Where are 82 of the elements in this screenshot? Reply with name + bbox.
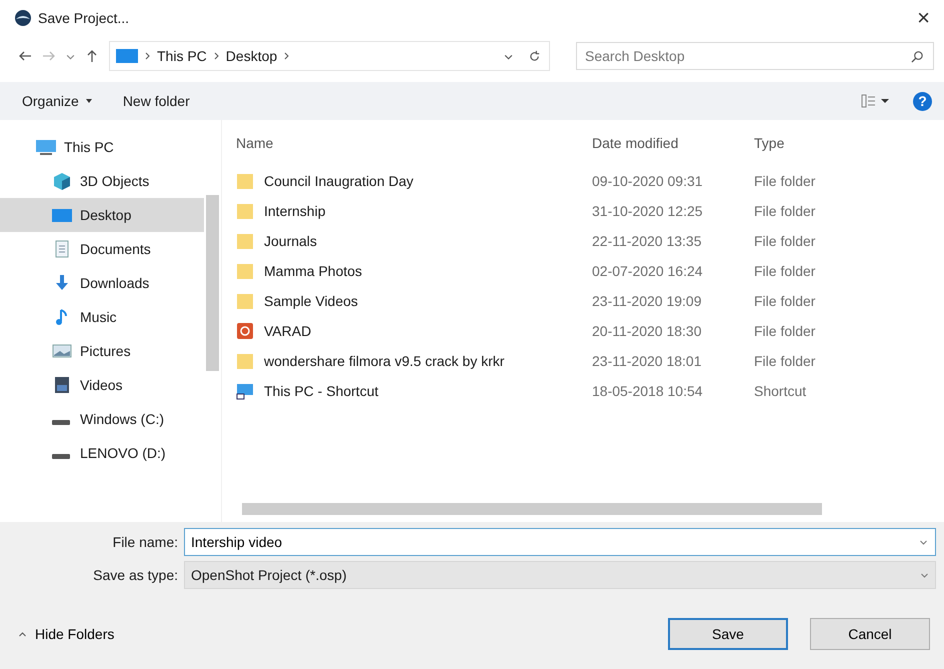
- date-cell-text: 18-05-2018 10:54: [592, 383, 704, 399]
- close-button[interactable]: ×: [913, 5, 934, 31]
- new-folder-button[interactable]: New folder: [118, 89, 194, 113]
- back-arrow-icon[interactable]: [18, 49, 32, 63]
- breadcrumb-item[interactable]: This PC: [157, 48, 207, 64]
- pc-icon: [36, 138, 56, 156]
- sidebar-item[interactable]: 3D Objects: [0, 164, 204, 198]
- drive-icon: [52, 420, 70, 424]
- column-header[interactable]: Name: [236, 135, 592, 151]
- chevron-icon: [214, 52, 219, 60]
- file-name[interactable]: Sample Videos: [264, 293, 358, 309]
- type-cell-text: File folder: [754, 173, 816, 189]
- caret-icon: [18, 632, 27, 636]
- chevron-icon[interactable]: [284, 52, 290, 60]
- file-name[interactable]: Mamma Photos: [264, 263, 362, 279]
- caret-icon: [84, 97, 93, 105]
- sidebar-item[interactable]: Documents: [0, 232, 204, 266]
- window-title: Save Project...: [38, 10, 130, 26]
- cube-icon: [52, 172, 72, 190]
- folder-icon: [236, 232, 254, 250]
- app-logo-icon: [14, 9, 32, 27]
- sidebar-item[interactable]: Pictures: [0, 334, 204, 368]
- hide-folders-button[interactable]: Hide Folders: [18, 626, 114, 642]
- folder-icon: [236, 202, 254, 220]
- column-header[interactable]: Date modified: [592, 135, 754, 151]
- file-name[interactable]: wondershare filmora v9.5 crack by krkr: [264, 353, 504, 369]
- date-cell-text: 09-10-2020 09:31: [592, 173, 704, 189]
- folder-icon: [236, 292, 254, 310]
- type-cell-text: File folder: [754, 233, 816, 249]
- sidebar-item[interactable]: LENOVO (D:): [0, 436, 204, 470]
- sidebar-item[interactable]: Videos: [0, 368, 204, 402]
- shortcut-icon: [236, 382, 254, 400]
- save-button[interactable]: Save: [668, 618, 788, 650]
- date-cell-text: 22-11-2020 13:35: [592, 233, 702, 249]
- drive-icon: [52, 454, 70, 458]
- folder-icon: [236, 262, 254, 280]
- monitor-icon: [116, 49, 138, 63]
- file-name[interactable]: Internship: [264, 203, 326, 219]
- app-icon: [236, 322, 254, 340]
- sidebar-item[interactable]: Music: [0, 300, 204, 334]
- field-label: Save as type:: [92, 567, 179, 583]
- column-header[interactable]: Type: [754, 135, 854, 151]
- breadcrumb-item[interactable]: Desktop: [226, 48, 278, 64]
- type-cell-text: File folder: [754, 353, 816, 369]
- file-name[interactable]: Council Inaugration Day: [264, 173, 414, 189]
- refresh-icon[interactable]: [528, 50, 541, 62]
- view-options-icon[interactable]: [861, 94, 891, 108]
- file-name[interactable]: VARAD: [264, 323, 312, 339]
- file-name[interactable]: This PC - Shortcut: [264, 383, 378, 399]
- sidebar-item[interactable]: Desktop: [0, 198, 204, 232]
- field-label: File name:: [112, 534, 179, 550]
- date-cell-text: 31-10-2020 12:25: [592, 203, 704, 219]
- date-cell-text: 23-11-2020 19:09: [592, 293, 702, 309]
- type-cell-text: File folder: [754, 263, 816, 279]
- sidebar-item[interactable]: Downloads: [0, 266, 204, 300]
- date-cell-text: 20-11-2020 18:30: [592, 323, 702, 339]
- type-cell-text: File folder: [754, 203, 816, 219]
- type-cell-text: File folder: [754, 293, 816, 309]
- folder-icon: [236, 352, 254, 370]
- date-cell-text: 23-11-2020 18:01: [592, 353, 702, 369]
- folder-icon: [236, 172, 254, 190]
- search-icon: [911, 50, 924, 63]
- desktop-icon: [52, 206, 72, 224]
- sidebar-item[interactable]: This PC: [0, 130, 204, 164]
- videos-icon: [52, 376, 72, 394]
- sidebar-item[interactable]: Windows (C:): [0, 402, 204, 436]
- dropdown-caret-icon[interactable]: [919, 540, 928, 545]
- dropdown-caret-icon: [920, 572, 929, 578]
- pictures-icon: [52, 342, 72, 360]
- type-cell-text: Shortcut: [754, 383, 808, 399]
- date-cell-text: 02-07-2020 16:24: [592, 263, 704, 279]
- type-cell-text: File folder: [754, 323, 816, 339]
- search-field[interactable]: Search Desktop: [576, 42, 934, 70]
- address-bar[interactable]: This PC Desktop: [109, 41, 550, 71]
- chevron-icon: [145, 52, 150, 60]
- organize-menu[interactable]: Organize: [18, 89, 97, 113]
- save-type-dropdown[interactable]: OpenShot Project (*.osp): [184, 561, 936, 589]
- file-name[interactable]: Journals: [264, 233, 317, 249]
- help-icon[interactable]: ?: [913, 92, 932, 110]
- cancel-button[interactable]: Cancel: [810, 618, 930, 650]
- file-name-field[interactable]: Intership video: [184, 528, 936, 556]
- up-arrow-icon[interactable]: [85, 49, 99, 63]
